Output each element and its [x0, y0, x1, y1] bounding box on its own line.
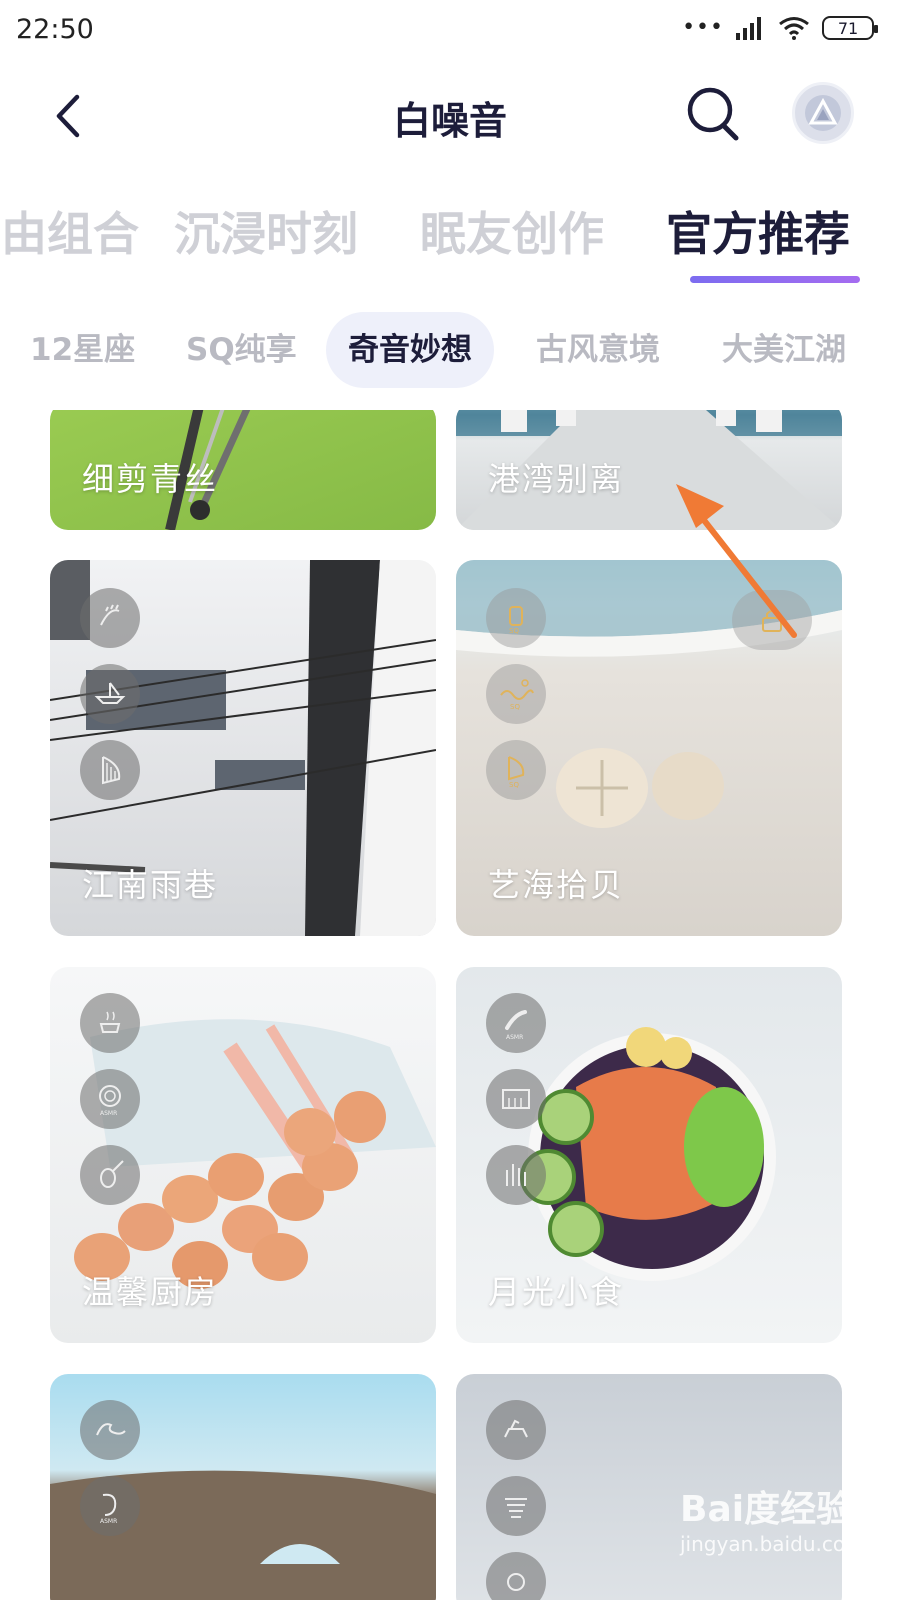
- tab-user-creations[interactable]: 眠友创作: [420, 198, 604, 264]
- svg-text:ASMR: ASMR: [100, 1110, 117, 1117]
- main-tabs: 自由组合 沉浸时刻 眠友创作 官方推荐: [0, 192, 900, 292]
- card-title: 江南雨巷: [82, 866, 219, 904]
- subtab-jianghu[interactable]: 大美江湖: [722, 312, 846, 388]
- triangle-logo-icon: [805, 95, 841, 131]
- battery-level: 71: [837, 18, 859, 38]
- svg-text:SQ: SQ: [509, 627, 519, 635]
- wifi-icon: [779, 17, 809, 40]
- sub-tabs: 12星座 SQ纯享 奇音妙想 古风意境 大美江湖: [0, 312, 900, 388]
- card-title: 港湾别离: [488, 460, 625, 498]
- lantern-icon: SQ: [486, 588, 546, 648]
- card-cozy-kitchen[interactable]: ASMR 温馨厨房: [50, 967, 436, 1343]
- harp-icon: SQ: [486, 740, 546, 800]
- more-dots-icon: •••: [682, 15, 724, 40]
- sea-wave-icon: SQ: [486, 664, 546, 724]
- card-jiangnan-alley[interactable]: 江南雨巷: [50, 560, 436, 936]
- card-sea-shells[interactable]: SQ SQ SQ 艺海拾贝: [456, 560, 842, 936]
- watermark-logo: Bai度经验: [680, 1489, 853, 1530]
- horse-rider-icon: [486, 1400, 546, 1460]
- lock-badge: [732, 590, 812, 650]
- paper-boat-icon: [80, 664, 140, 724]
- watermark: Bai度经验 jingyan.baidu.com: [680, 1480, 880, 1590]
- tab-immersive[interactable]: 沉浸时刻: [174, 198, 358, 264]
- card-sea-arch[interactable]: ASMR: [50, 1374, 436, 1600]
- card-title: 艺海拾贝: [488, 866, 625, 904]
- harp-icon: [80, 740, 140, 800]
- status-bar: 22:50 ••• 71: [0, 0, 900, 62]
- piano-icon: [486, 1069, 546, 1129]
- search-icon: [687, 87, 739, 141]
- cell-signal-icon: [736, 17, 761, 40]
- subtab-ancient-style[interactable]: 古风意境: [536, 312, 660, 388]
- violin-icon: [80, 1145, 140, 1205]
- card-title: 细剪青丝: [82, 460, 219, 498]
- misc-sound-icon: [486, 1552, 546, 1600]
- search-button[interactable]: [684, 84, 744, 144]
- card-harbor-farewell[interactable]: 港湾别离: [456, 410, 842, 530]
- card-moonlight-snack[interactable]: ASMR 月光小食: [456, 967, 842, 1343]
- ocean-wave-icon: [80, 1400, 140, 1460]
- battery-icon: 71: [822, 16, 878, 40]
- subtab-fantasy-sounds[interactable]: 奇音妙想: [326, 312, 494, 388]
- card-hair-cutting[interactable]: 细剪青丝: [50, 410, 436, 530]
- svg-text:ASMR: ASMR: [100, 1518, 117, 1525]
- svg-text:ASMR: ASMR: [506, 1034, 523, 1041]
- card-title: 月光小食: [488, 1273, 625, 1311]
- asmr-plate-icon: ASMR: [80, 1069, 140, 1129]
- page-title: 白噪音: [392, 99, 507, 143]
- status-icons: ••• 71: [682, 15, 878, 40]
- steaming-cup-icon: [80, 993, 140, 1053]
- subtab-sq[interactable]: SQ纯享: [186, 312, 297, 388]
- tab-official-picks[interactable]: 官方推荐: [666, 198, 850, 264]
- lock-icon: [762, 610, 782, 632]
- svg-text:SQ: SQ: [510, 703, 520, 711]
- asmr-icon: ASMR: [80, 1476, 140, 1536]
- tab-indicator: [690, 276, 860, 283]
- header: 白噪音: [0, 70, 900, 162]
- svg-text:SQ: SQ: [509, 781, 519, 789]
- rain-icon: [80, 588, 140, 648]
- avatar[interactable]: [792, 82, 854, 144]
- subtab-zodiac[interactable]: 12星座: [30, 312, 135, 388]
- grass-icon: [486, 1145, 546, 1205]
- watermark-url: jingyan.baidu.com: [680, 1532, 865, 1556]
- sound-grid: 细剪青丝 港湾别离 江南雨巷 SQ SQ SQ 艺海拾贝 ASMR 温馨厨房 A…: [0, 410, 900, 1600]
- cucumber-asmr-icon: ASMR: [486, 993, 546, 1053]
- card-title: 温馨厨房: [82, 1273, 219, 1311]
- tab-free-combo[interactable]: 自由组合: [0, 198, 139, 264]
- wind-icon: [486, 1476, 546, 1536]
- status-time: 22:50: [16, 14, 94, 45]
